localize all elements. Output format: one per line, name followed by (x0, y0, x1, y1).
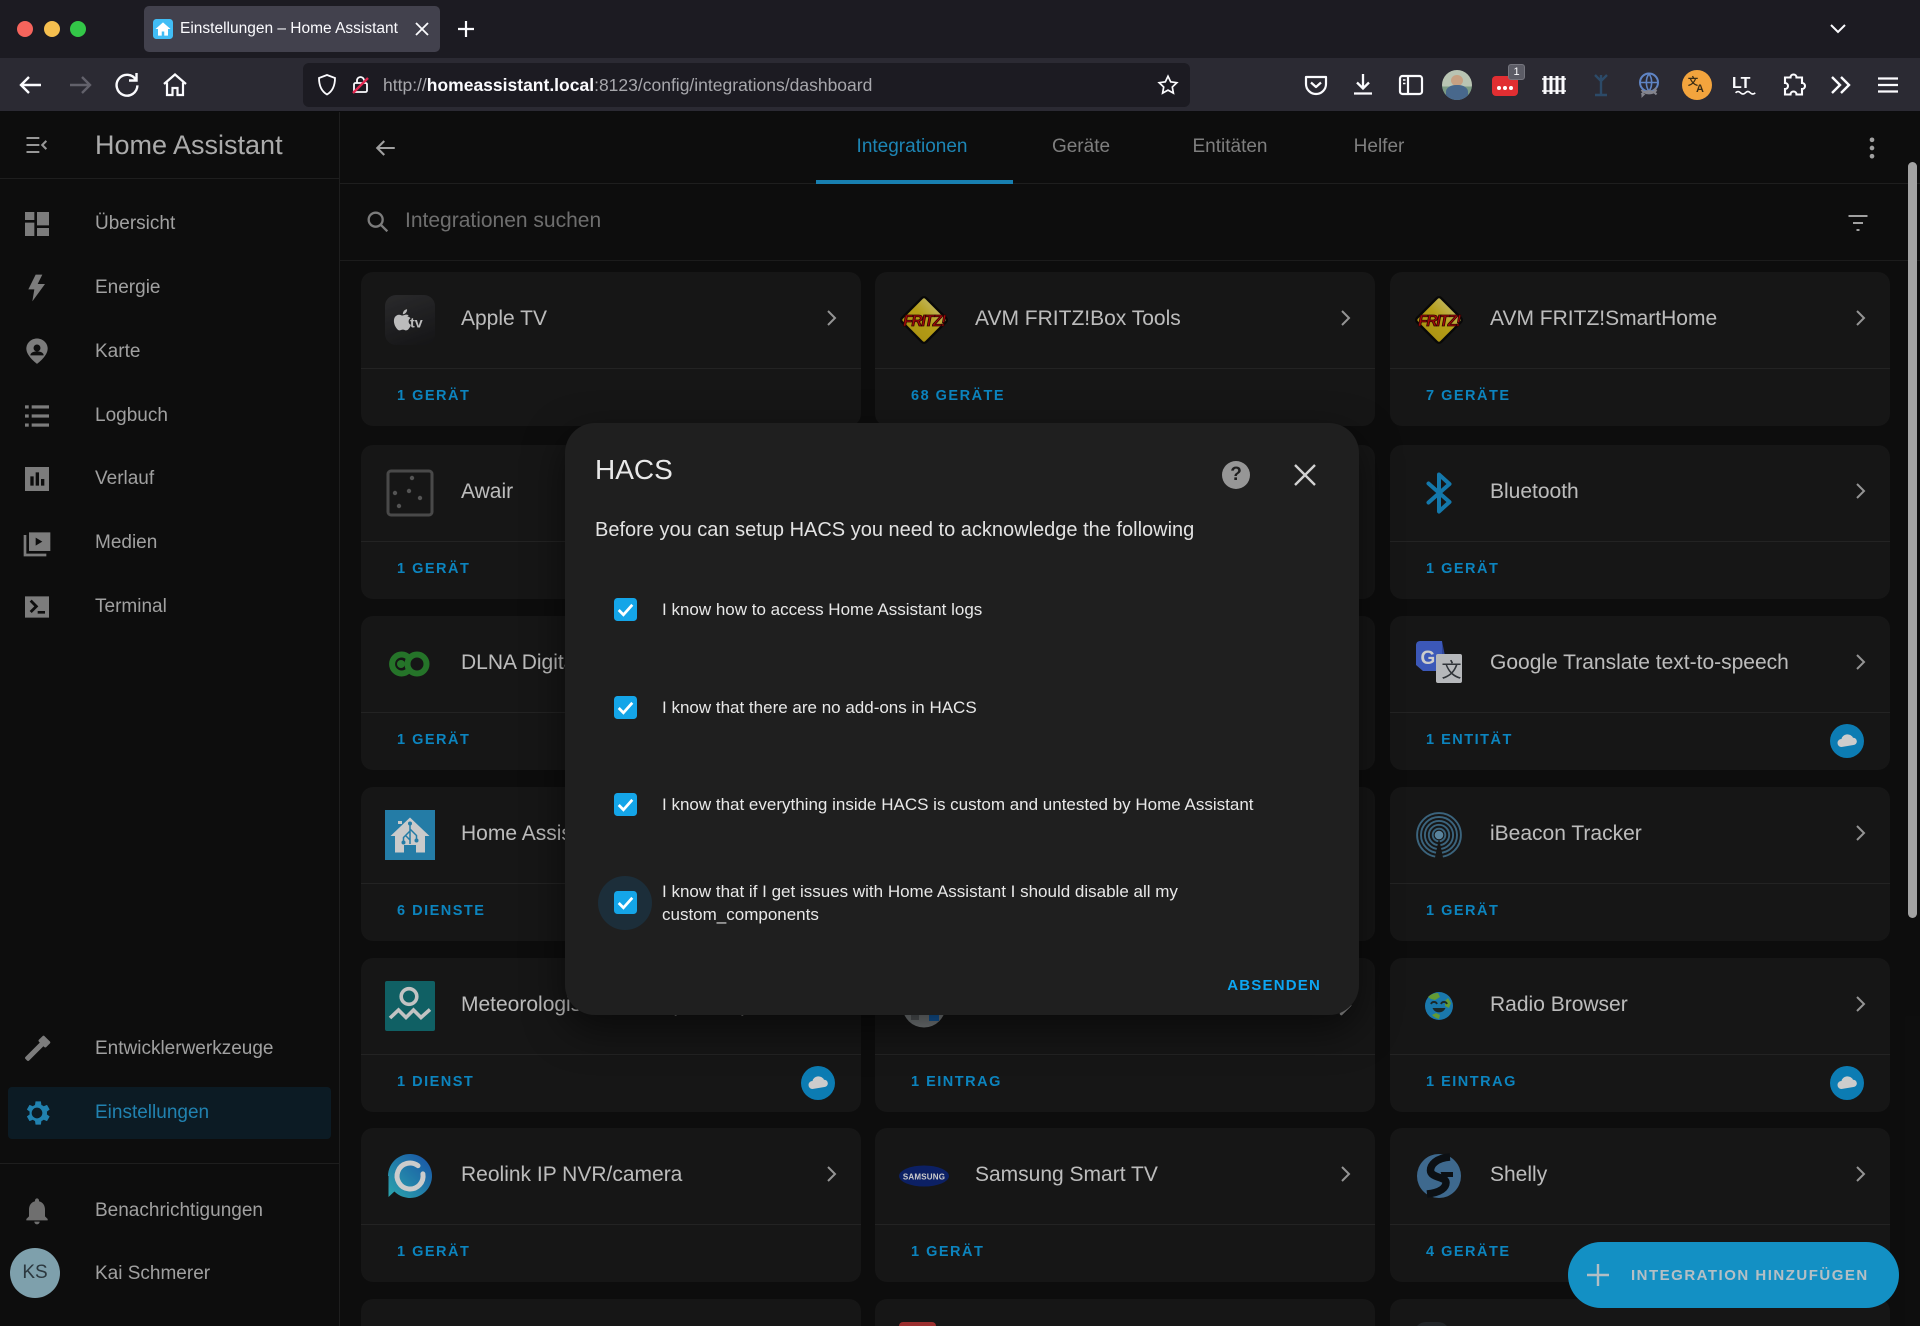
svg-text:LT: LT (1732, 75, 1751, 92)
svg-text:A: A (1696, 83, 1704, 95)
